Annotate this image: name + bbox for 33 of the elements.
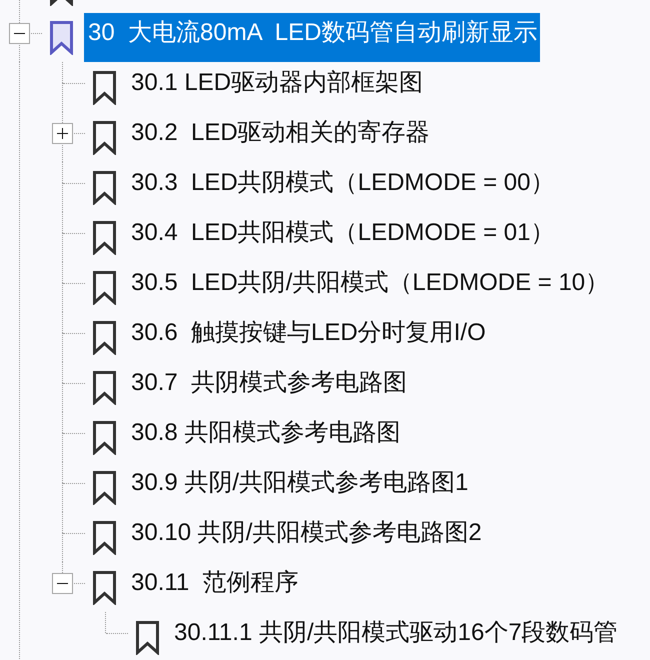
bookmark-icon [92, 470, 117, 504]
bookmark-item[interactable]: 30.8 共阳模式参考电路图 [127, 413, 404, 462]
collapse-toggle[interactable] [52, 573, 73, 594]
bookmark-item[interactable]: 30.3 LED共阴模式（LEDMODE = 00） [127, 163, 558, 212]
bookmark-icon [92, 570, 117, 604]
bookmark-item[interactable]: 30.2 LED驱动相关的寄存器 [127, 113, 433, 162]
bookmark-icon [49, 20, 74, 54]
bookmark-item[interactable]: 30.11 范例程序 [127, 563, 302, 612]
bookmark-icon [92, 370, 117, 404]
bookmark-item[interactable]: 30.6 触摸按键与LED分时复用I/O [127, 313, 489, 362]
minus-icon [14, 33, 25, 34]
bookmark-item[interactable]: 30.7 共阴模式参考电路图 [127, 363, 410, 412]
bookmark-icon [92, 270, 117, 304]
bookmark-icon [92, 120, 117, 154]
minus-icon [57, 583, 68, 584]
bookmark-item[interactable]: 30.1 LED驱动器内部框架图 [127, 63, 426, 112]
bookmark-item[interactable]: 30.9 共阴/共阳模式参考电路图1 [127, 463, 472, 512]
bookmark-icon [92, 170, 117, 204]
bookmark-item[interactable]: 30.10 共阴/共阳模式参考电路图2 [127, 513, 485, 562]
bookmark-icon [92, 420, 117, 454]
bookmark-item[interactable]: 30.11.1 共阴/共阳模式驱动16个7段数码管 [170, 613, 621, 660]
bookmark-icon [92, 220, 117, 254]
bookmark-icon [92, 320, 117, 354]
bookmark-item[interactable]: 30.5 LED共阴/共阳模式（LEDMODE = 10） [127, 263, 612, 312]
bookmark-icon [135, 620, 160, 654]
bookmark-item[interactable]: 30 大电流80mA LED数码管自动刷新显示 [84, 13, 540, 62]
bookmark-icon [92, 70, 117, 104]
collapse-toggle[interactable] [9, 23, 30, 44]
bookmark-icon [92, 520, 117, 554]
plus-icon [57, 128, 68, 139]
bookmark-item[interactable]: 30.4 LED共阳模式（LEDMODE = 01） [127, 213, 558, 262]
expand-toggle[interactable] [52, 123, 73, 144]
bookmark-icon [49, 0, 74, 6]
